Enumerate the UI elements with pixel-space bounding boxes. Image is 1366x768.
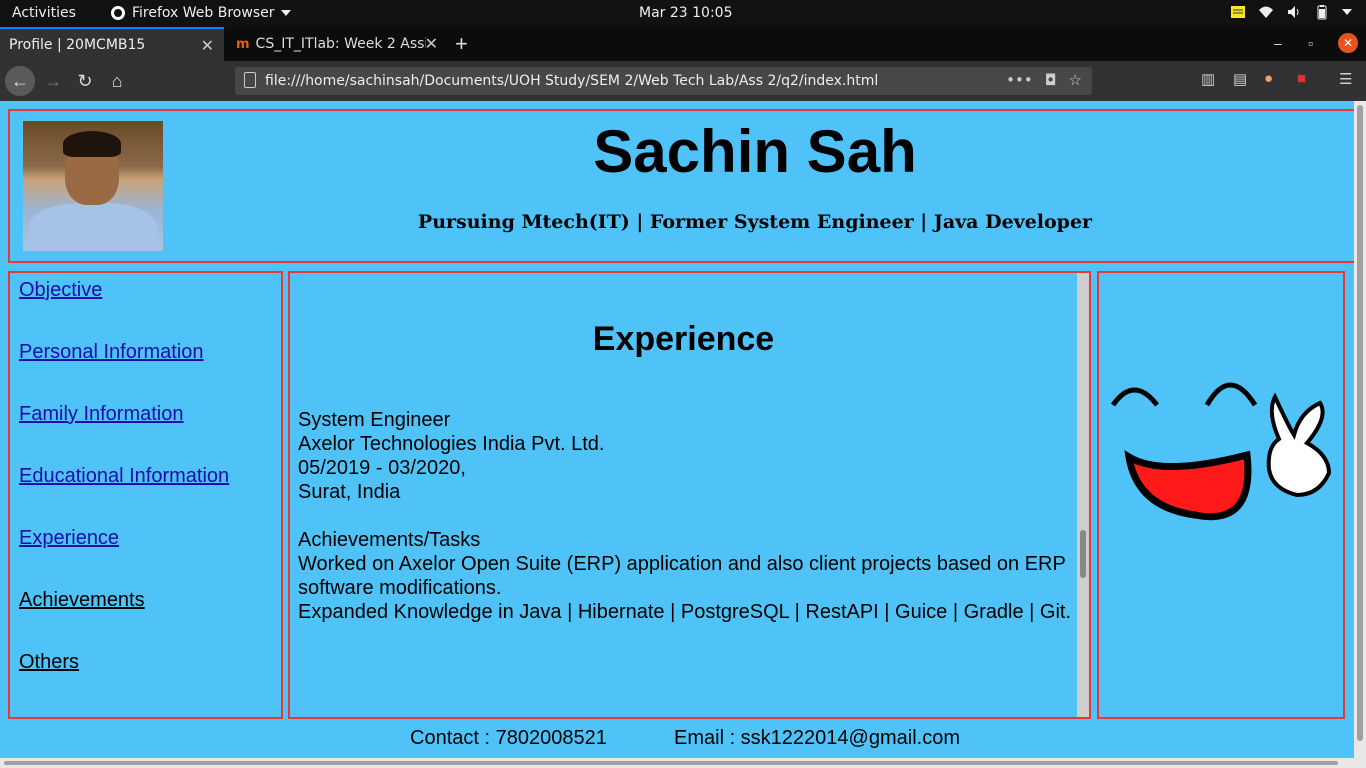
pocket-icon[interactable]: ◘: [1045, 71, 1057, 89]
library-icon[interactable]: ▥: [1201, 70, 1215, 88]
minimize-icon[interactable]: –: [1274, 35, 1282, 51]
chevron-down-icon[interactable]: [1342, 8, 1352, 16]
sidebar-icon[interactable]: ▤: [1233, 70, 1247, 88]
navigation-bar: ← → ↻ ⌂ file:///home/sachinsah/Documents…: [0, 61, 1366, 101]
close-window-icon[interactable]: ✕: [1338, 33, 1358, 53]
tab-profile[interactable]: Profile | 20MCMB15 ✕: [0, 27, 224, 61]
nav-link-educational-information[interactable]: Educational Information: [19, 465, 229, 488]
tab-bar: Profile | 20MCMB15 ✕ m CS_IT_ITlab: Week…: [0, 27, 1366, 61]
nav-link-experience[interactable]: Experience: [19, 527, 119, 550]
company-name: Axelor Technologies India Pvt. Ltd.: [298, 433, 605, 455]
footer: Contact : 7802008521 Email : ssk1222014@…: [0, 725, 1354, 753]
app-menu[interactable]: Firefox Web Browser: [110, 5, 291, 21]
system-top-bar: Activities Firefox Web Browser Mar 23 10…: [0, 0, 1366, 27]
firefox-icon: [111, 6, 125, 20]
page-vertical-scrollbar[interactable]: [1354, 101, 1366, 768]
section-title: Experience: [592, 320, 775, 358]
new-tab-button[interactable]: +: [455, 31, 468, 57]
restore-icon[interactable]: ▫: [1308, 35, 1313, 51]
app-menu-label: Firefox Web Browser: [132, 5, 275, 21]
wifi-icon[interactable]: [1258, 4, 1274, 20]
section-scrollbar[interactable]: [1077, 273, 1089, 717]
job-location: Surat, India: [298, 481, 401, 503]
hamburger-menu-icon[interactable]: ☰: [1339, 70, 1352, 88]
tab-label: Profile | 20MCMB15: [9, 37, 146, 53]
back-arrow-icon[interactable]: ←: [5, 66, 35, 96]
url-text: file:///home/sachinsah/Documents/UOH Stu…: [265, 73, 879, 89]
task-line: software modifications.: [298, 577, 502, 599]
laughing-emoji-image: [1110, 382, 1332, 521]
contact-phone: Contact : 7802008521: [410, 727, 607, 749]
moodle-icon: m: [236, 36, 250, 52]
contact-email: Email : ssk1222014@gmail.com: [674, 727, 960, 749]
account-avatar-icon[interactable]: ●: [1264, 70, 1273, 87]
reload-icon[interactable]: ↻: [72, 68, 98, 94]
nav-link-achievements[interactable]: Achievements: [19, 589, 145, 612]
home-icon[interactable]: ⌂: [104, 68, 130, 94]
side-navigation: Objective Personal Information Family In…: [8, 271, 283, 719]
decoration-panel: [1097, 271, 1345, 719]
tab-cs-it-lab[interactable]: m CS_IT_ITlab: Week 2 Assi ✕: [226, 27, 448, 61]
page-title: Sachin Sah: [593, 118, 917, 185]
page-actions-icon[interactable]: •••: [1006, 71, 1033, 89]
close-tab-icon[interactable]: ✕: [425, 34, 438, 53]
tasks-heading: Achievements/Tasks: [298, 529, 481, 551]
chevron-down-icon: [280, 10, 291, 16]
profile-header: Sachin Sah Pursuing Mtech(IT) | Former S…: [8, 109, 1354, 263]
nav-link-personal-information[interactable]: Personal Information: [19, 341, 204, 364]
page-horizontal-scrollbar[interactable]: [0, 758, 1354, 768]
nav-link-others[interactable]: Others: [19, 651, 79, 674]
system-tray[interactable]: [1230, 4, 1352, 20]
employment-period: 05/2019 - 03/2020,: [298, 457, 466, 479]
close-tab-icon[interactable]: ✕: [201, 36, 214, 55]
job-role: System Engineer: [298, 409, 451, 431]
web-page: Sachin Sah Pursuing Mtech(IT) | Former S…: [0, 101, 1354, 768]
scrollbar-thumb[interactable]: [1080, 530, 1086, 578]
page-icon: [244, 72, 256, 88]
nav-link-family-information[interactable]: Family Information: [19, 403, 184, 426]
extension-icon[interactable]: ■: [1297, 70, 1306, 87]
clock[interactable]: Mar 23 10:05: [639, 5, 732, 21]
notes-icon[interactable]: [1230, 4, 1246, 20]
url-bar[interactable]: file:///home/sachinsah/Documents/UOH Stu…: [235, 67, 1092, 95]
volume-icon[interactable]: [1286, 4, 1302, 20]
activities-button[interactable]: Activities: [12, 5, 76, 21]
main-section: Experience System Engineer Axelor Techno…: [288, 271, 1091, 719]
nav-link-objective[interactable]: Objective: [19, 279, 102, 302]
tab-label: CS_IT_ITlab: Week 2 Assi: [255, 36, 426, 52]
task-line: Expanded Knowledge in Java | Hibernate |…: [298, 601, 1072, 623]
battery-icon[interactable]: [1314, 4, 1330, 20]
forward-arrow-icon[interactable]: →: [40, 68, 66, 94]
task-line: Worked on Axelor Open Suite (ERP) applic…: [298, 553, 1066, 575]
bookmark-star-icon[interactable]: ☆: [1069, 71, 1082, 89]
tagline: Pursuing Mtech(IT) | Former System Engin…: [417, 211, 1093, 233]
scrollbar-thumb[interactable]: [1357, 105, 1363, 741]
scrollbar-thumb[interactable]: [4, 761, 1338, 765]
